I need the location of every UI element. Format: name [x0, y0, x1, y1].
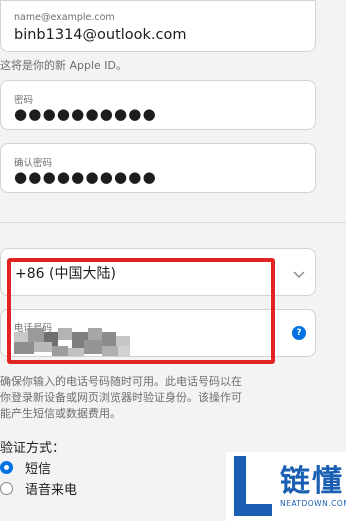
email-field-value: binb1314@outlook.com	[14, 27, 187, 43]
watermark-logo-icon	[234, 456, 272, 516]
phone-note-line1: 确保你输入的电话号码随时可用。此电话号码以在	[0, 375, 242, 388]
verification-option-label: 短信	[25, 462, 52, 477]
verification-option-voice[interactable]: 语音来电	[0, 479, 77, 498]
verification-option-sms[interactable]: 短信	[0, 458, 51, 477]
phone-note-line2: 你登录新设备或网页浏览器时验证身份。该操作可	[0, 391, 242, 404]
highlight-annotation-box	[7, 258, 275, 364]
email-field-label: name@example.com	[14, 12, 115, 23]
verification-title: 验证方式：	[0, 441, 66, 456]
radio-unselected-icon[interactable]	[0, 482, 13, 495]
help-icon-glyph: ?	[296, 328, 302, 338]
watermark: 链懂 NEATDOWN.COM	[226, 452, 346, 521]
confirm-password-field-value: ●●●●●●●●●●	[14, 168, 157, 186]
confirm-password-field[interactable]: 确认密码 ●●●●●●●●●●	[0, 143, 316, 193]
verification-option-label: 语音来电	[25, 483, 78, 498]
radio-selected-icon[interactable]	[0, 461, 13, 474]
chevron-down-icon	[293, 265, 305, 284]
section-divider	[0, 222, 346, 223]
confirm-password-field-label: 确认密码	[14, 158, 53, 169]
email-field[interactable]: name@example.com binb1314@outlook.com	[0, 0, 316, 52]
password-field-label: 密码	[14, 95, 34, 106]
watermark-text: 链懂	[280, 464, 344, 499]
password-field-value: ●●●●●●●●●●	[14, 105, 157, 123]
password-field[interactable]: 密码 ●●●●●●●●●●	[0, 80, 316, 130]
apple-id-note: 这将是你的新 Apple ID。	[0, 59, 128, 72]
phone-note-line3: 能产生短信或数据费用。	[0, 407, 121, 420]
watermark-subtext: NEATDOWN.COM	[280, 499, 346, 508]
help-icon[interactable]: ?	[292, 326, 306, 340]
